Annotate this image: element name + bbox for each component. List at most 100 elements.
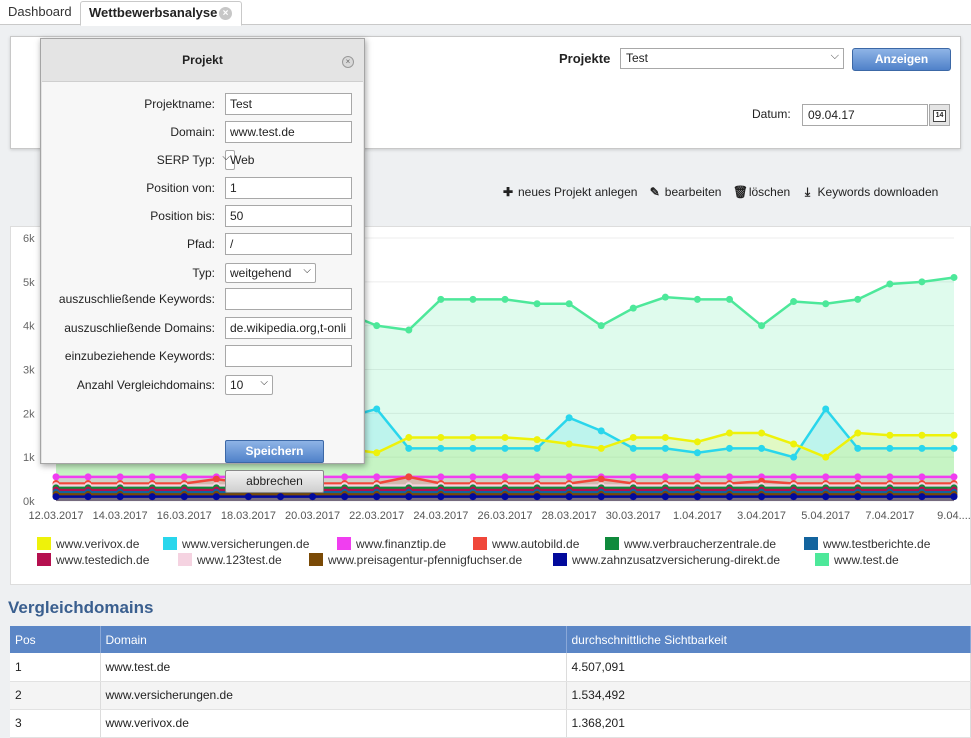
field-input[interactable]: 1 <box>225 177 352 199</box>
close-icon[interactable]: × <box>342 56 354 68</box>
data-point <box>693 438 701 446</box>
legend-label: www.autobild.de <box>492 537 580 551</box>
data-point <box>501 433 509 441</box>
header-domain[interactable]: Domain <box>100 626 567 653</box>
table-row[interactable]: 2 www.versicherungen.de 1.534,492 <box>10 681 971 710</box>
data-point <box>84 473 92 481</box>
form-row: Typ: weitgehend ⌵ <box>42 262 363 284</box>
download-keywords-label: Keywords downloaden <box>817 185 939 199</box>
legend-item[interactable]: www.autobild.de <box>473 537 579 551</box>
field-input[interactable]: / <box>225 233 352 255</box>
data-point <box>854 493 862 501</box>
cell-pos: 3 <box>10 709 101 738</box>
data-point <box>212 475 220 483</box>
field-input[interactable] <box>225 345 352 367</box>
new-project-label: neues Projekt anlegen <box>518 185 638 199</box>
data-point <box>244 493 252 501</box>
field-label: einzubeziehende Keywords: <box>64 349 215 363</box>
data-point <box>116 473 124 481</box>
chevron-down-icon: ⌵ <box>303 265 311 276</box>
legend-item[interactable]: www.123test.de <box>178 553 282 567</box>
data-point <box>469 444 477 452</box>
legend-item[interactable]: www.verbraucherzentrale.de <box>605 537 776 551</box>
field-input[interactable]: 50 <box>225 205 352 227</box>
calendar-icon: 14 <box>933 110 946 122</box>
legend-item[interactable]: www.finanztip.de <box>337 537 446 551</box>
data-point <box>886 493 894 501</box>
data-point <box>180 493 188 501</box>
data-point <box>597 322 605 330</box>
anzeigen-button[interactable]: Anzeigen <box>852 48 951 71</box>
download-keywords-action[interactable]: ⤓ Keywords downloaden <box>802 185 939 200</box>
cancel-button[interactable]: abbrechen <box>225 470 324 493</box>
cell-domain: www.verivox.de <box>100 709 567 738</box>
legend-item[interactable]: www.zahnzusatzversicherung-direkt.de <box>553 553 780 567</box>
table-row[interactable]: 1 www.test.de 4.507,091 <box>10 653 971 682</box>
field-input[interactable] <box>225 288 352 310</box>
field-select[interactable]: 10 ⌵ <box>225 375 273 395</box>
data-point <box>180 473 188 481</box>
dialog-header[interactable]: Projekt × <box>41 39 364 81</box>
projekte-select-value: Test <box>626 51 649 65</box>
field-select[interactable]: weitgehend ⌵ <box>225 263 316 283</box>
x-tick-label: 30.03.2017 <box>606 510 661 522</box>
legend-swatch <box>804 537 818 550</box>
edit-label: bearbeiten <box>664 185 722 199</box>
trash-icon: 🗑 <box>732 185 749 199</box>
tab-wettbewerbsanalyse[interactable]: Wettbewerbsanalyse × <box>80 1 242 26</box>
pencil-icon: ✎ <box>649 185 660 199</box>
data-point <box>405 473 413 481</box>
data-point <box>373 473 381 481</box>
legend-item[interactable]: www.preisagentur-pfennigfuchser.de <box>309 553 522 567</box>
legend-item[interactable]: www.versicherungen.de <box>163 537 309 551</box>
tab-bar: Dashboard Wettbewerbsanalyse × <box>0 0 971 26</box>
close-icon[interactable]: × <box>219 7 232 20</box>
field-input[interactable]: de.wikipedia.org,t-onli <box>225 317 352 339</box>
data-point <box>565 414 573 422</box>
data-point <box>886 280 894 288</box>
legend-label: www.verivox.de <box>56 537 140 551</box>
header-pos[interactable]: Pos <box>10 626 101 653</box>
data-point <box>565 493 573 501</box>
legend-swatch <box>37 553 51 566</box>
new-project-action[interactable]: ✚ neues Projekt anlegen <box>502 185 637 199</box>
data-point <box>277 493 284 501</box>
cell-sichtbarkeit: 1.534,492 <box>566 681 971 710</box>
legend-item[interactable]: www.testberichte.de <box>804 537 930 551</box>
x-tick-label: 9.04.... <box>937 510 970 522</box>
legend-item[interactable]: www.testedich.de <box>37 553 149 567</box>
projekte-select[interactable]: Test ⌵ <box>620 48 844 69</box>
field-label: auszuschließende Domains: <box>64 321 215 335</box>
field-input[interactable]: www.test.de <box>225 121 352 143</box>
calendar-button[interactable]: 14 <box>929 104 950 126</box>
legend-item[interactable]: www.test.de <box>815 553 899 567</box>
data-point <box>693 493 701 501</box>
datum-input[interactable]: 09.04.17 <box>802 104 928 126</box>
data-point <box>373 449 381 457</box>
dialog-form: Speichern abbrechen Projektname: Test Doma… <box>42 81 363 493</box>
save-button[interactable]: Speichern <box>225 440 324 463</box>
x-tick-label: 18.03.2017 <box>221 510 276 522</box>
legend-label: www.zahnzusatzversicherung-direkt.de <box>572 553 781 567</box>
field-input[interactable]: Test <box>225 93 352 115</box>
cell-pos: 2 <box>10 681 101 710</box>
tab-dashboard[interactable]: Dashboard <box>0 1 80 26</box>
legend-swatch <box>163 537 177 550</box>
header-sichtbarkeit[interactable]: durchschnittliche Sichtbarkeit <box>566 626 971 653</box>
form-row: Pfad: / <box>42 233 363 255</box>
data-point <box>533 444 541 452</box>
delete-action[interactable]: 🗑löschen <box>733 185 790 199</box>
data-point <box>341 493 349 501</box>
field-select[interactable]: Web ⌵ <box>222 150 254 170</box>
edit-action[interactable]: ✎ bearbeiten <box>649 185 722 199</box>
legend-item[interactable]: www.verivox.de <box>37 537 139 551</box>
table-row[interactable]: 3 www.verivox.de 1.368,201 <box>10 709 971 738</box>
data-point <box>52 493 60 501</box>
x-tick-label: 24.03.2017 <box>413 510 468 522</box>
legend-label: www.test.de <box>834 553 899 567</box>
form-row: einzubeziehende Keywords: <box>42 345 363 367</box>
data-point <box>469 473 477 481</box>
data-point <box>373 322 381 330</box>
data-point <box>758 322 766 330</box>
x-tick-label: 3.04.2017 <box>737 510 786 522</box>
